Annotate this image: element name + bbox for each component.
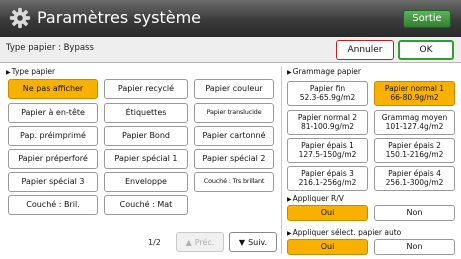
triangle-right-icon: ▶ [6,69,11,76]
triangle-up-icon: ▲ [185,237,192,247]
auto-select-no-button[interactable]: Non [374,239,455,255]
auto-select-yes-button[interactable]: Oui [287,239,368,255]
paper-type-option[interactable]: Couché : Bril. [8,195,98,215]
paper-type-option[interactable]: Papier Bond [104,126,188,146]
weight-option[interactable]: Papier normal 2 81-100.9g/m2 [287,110,368,135]
paper-type-option[interactable]: Papier préperforé [8,149,98,169]
exit-button[interactable]: Sortie [403,10,451,28]
paper-type-option[interactable]: Papier spécial 2 [194,149,274,169]
duplex-section-label: ▶Appliquer R/V [287,194,344,203]
weight-section-label: ▶Grammage papier [287,67,361,76]
paper-type-option[interactable]: Papier spécial 3 [8,172,98,192]
weight-option[interactable]: Papier épais 3 216.1-256g/m2 [287,166,368,191]
title-bar: Paramètres système [0,0,461,37]
paper-type-option[interactable]: Couché : Trs brillant [194,172,274,192]
duplex-yes-button[interactable]: Oui [287,205,368,221]
weight-option[interactable]: Papier épais 4 256.1-300g/m2 [374,166,455,191]
breadcrumb: Type papier : Bypass [6,43,94,53]
triangle-right-icon: ▶ [287,69,292,76]
paper-type-option[interactable]: Papier à en-tête [8,103,98,123]
paper-type-option[interactable]: Étiquettes [104,103,188,123]
triangle-down-icon: ▼ [238,237,246,247]
weight-option[interactable]: Papier fin 52.3-65.9g/m2 [287,81,368,106]
paper-type-option[interactable]: Papier translucide [194,103,274,123]
paper-type-option[interactable]: Couché : Mat [104,195,188,215]
previous-page-button[interactable]: ▲ Préc. [176,232,224,252]
paper-type-option[interactable]: Ne pas afficher [8,79,98,99]
ok-button[interactable]: OK [398,40,454,60]
triangle-right-icon: ▶ [287,230,292,237]
weight-option[interactable]: Papier normal 1 66-80.9g/m2 [374,81,455,106]
column-divider [281,66,282,254]
paper-type-option[interactable]: Enveloppe [104,172,188,192]
cancel-button[interactable]: Annuler [336,40,394,60]
paper-type-option[interactable]: Papier couleur [194,79,274,99]
paper-type-section-label: ▶Type papier [6,67,56,76]
paper-type-option[interactable]: Papier recyclé [104,79,188,99]
weight-option[interactable]: Grammag moyen 101-127.4g/m2 [374,110,455,135]
page-title: Paramètres système [37,8,201,27]
weight-option[interactable]: Papier épais 1 127.5-150g/m2 [287,138,368,163]
next-page-button[interactable]: ▼ Suiv. [229,232,277,252]
gear-icon [9,7,31,29]
paper-type-option[interactable]: Pap. préimprimé [8,126,98,146]
weight-option[interactable]: Papier épais 2 150.1-216g/m2 [374,138,455,163]
page-indicator: 1/2 [148,238,161,247]
triangle-right-icon: ▶ [287,196,292,203]
auto-select-section-label: ▶Appliquer sélect. papier auto [287,228,402,237]
duplex-no-button[interactable]: Non [374,205,455,221]
paper-type-option[interactable]: Papier spécial 1 [104,149,188,169]
paper-type-option[interactable]: Papier cartonné [194,126,274,146]
